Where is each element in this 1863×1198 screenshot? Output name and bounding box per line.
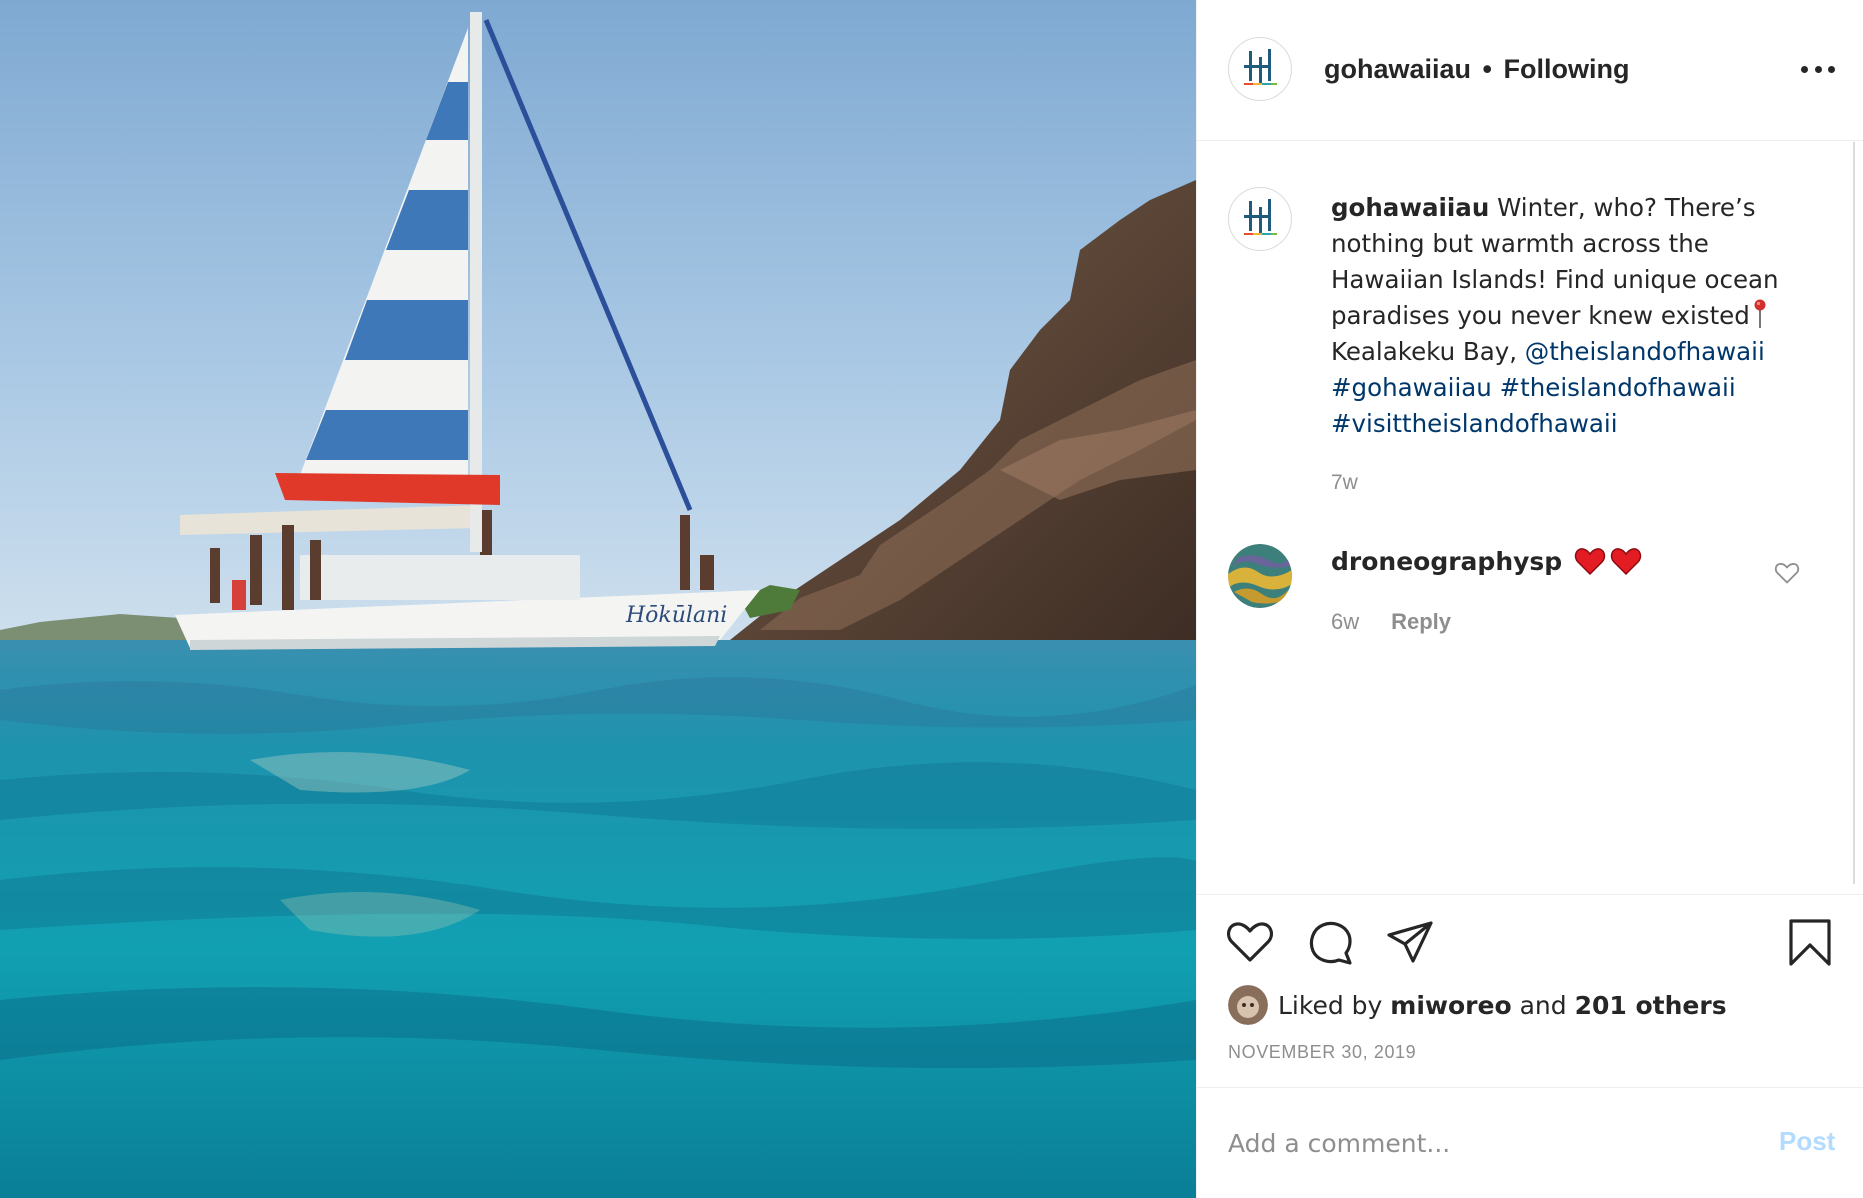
more-horizontal-icon[interactable] [1801,54,1835,84]
reply-button[interactable]: Reply [1391,609,1451,635]
bookmark-icon[interactable] [1785,917,1835,967]
caption-username[interactable]: gohawaiiau [1331,193,1489,222]
comments-list[interactable]: gohawaiiau Winter, who? There’s nothing … [1197,142,1863,894]
add-comment-bar: Post [1197,1087,1863,1198]
commenter-avatar[interactable] [1228,544,1292,608]
caption-timestamp[interactable]: 7w [1331,471,1358,495]
scrollbar[interactable] [1853,142,1855,884]
red-heart-emoji [1610,548,1642,576]
avatar-image [1228,985,1268,1025]
header-username[interactable]: gohawaiiau [1324,54,1471,84]
caption-location: Kealakeku Bay, [1331,337,1517,366]
hashtag[interactable]: #visittheislandofhawaii [1331,409,1618,438]
heart-outline-icon[interactable] [1774,561,1800,585]
share-icon[interactable] [1385,917,1435,967]
post-button[interactable]: Post [1779,1126,1835,1157]
red-heart-emoji [1574,548,1606,576]
caption-avatar[interactable] [1228,187,1292,251]
header-separator: • [1482,54,1492,84]
hashtag[interactable]: #theislandofhawaii [1500,373,1736,402]
gohawaii-logo-icon [1244,49,1277,85]
comment-timestamp[interactable]: 6w [1331,609,1359,635]
more-dot [1801,65,1808,73]
more-dot [1828,65,1835,73]
comment-icon[interactable] [1305,917,1355,967]
post-date[interactable]: NOVEMBER 30, 2019 [1228,1042,1416,1063]
hashtag[interactable]: #gohawaiiau [1331,373,1492,402]
comment-text: droneographysp [1331,544,1642,580]
instagram-post: Hōkūlani gohawaiiau • Following gohawaii… [0,0,1863,1198]
comment-meta: 6w Reply [1331,609,1451,635]
follow-status[interactable]: Following [1504,54,1630,84]
round-pushpin-emoji [1754,299,1766,328]
caption-mention[interactable]: @theislandofhawaii [1525,337,1765,366]
liker-avatar[interactable] [1228,985,1268,1025]
gohawaii-logo-icon [1244,199,1277,235]
post-panel: gohawaiiau • Following gohawaiiau Winter… [1196,0,1863,1198]
liked-by-conjunction: and [1519,990,1567,1020]
avatar-image [1228,544,1292,608]
more-dot [1814,65,1822,73]
comment-username[interactable]: droneographysp [1331,547,1562,576]
liked-by-prefix: Liked by [1278,990,1383,1020]
author-avatar[interactable] [1228,37,1292,101]
caption-text: gohawaiiau Winter, who? There’s nothing … [1331,190,1791,442]
post-image[interactable]: Hōkūlani [0,0,1196,1198]
catamaran-photo: Hōkūlani [0,0,1196,1198]
likes-summary: Liked by miworeo and 201 others [1228,985,1727,1025]
header-title: gohawaiiau • Following [1324,54,1630,85]
heart-icon[interactable] [1225,917,1275,967]
liker-username[interactable]: miworeo [1390,991,1511,1020]
boat-name: Hōkūlani [625,603,727,628]
post-header: gohawaiiau • Following [1197,0,1863,141]
post-actions: Liked by miworeo and 201 others NOVEMBER… [1197,894,1863,1087]
likes-count[interactable]: 201 others [1575,991,1727,1020]
comment-input[interactable] [1228,1123,1728,1163]
